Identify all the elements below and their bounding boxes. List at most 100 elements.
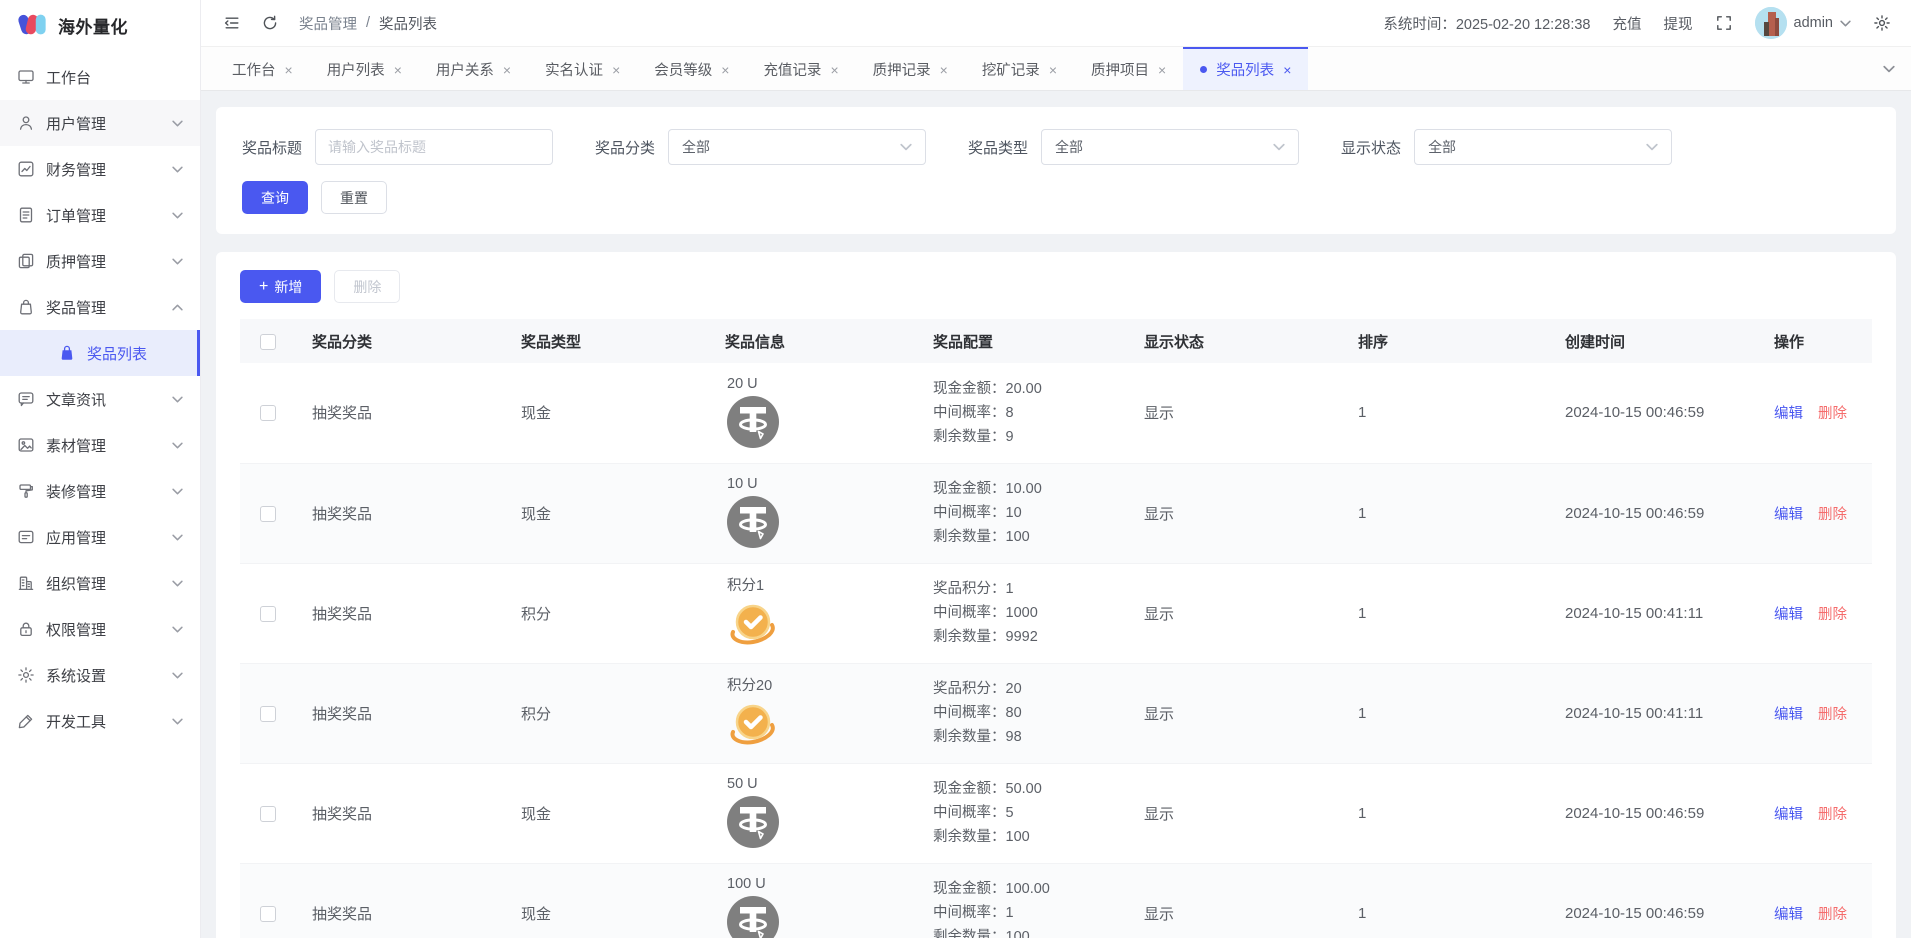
- delete-link[interactable]: 删除: [1818, 707, 1847, 723]
- gold-coin-icon: [725, 597, 781, 653]
- sidebar-item-applications[interactable]: 应用管理: [0, 514, 200, 560]
- delete-link[interactable]: 删除: [1818, 507, 1847, 523]
- delete-link[interactable]: 删除: [1818, 807, 1847, 823]
- withdraw-button[interactable]: 提现: [1664, 13, 1693, 34]
- row-checkbox[interactable]: [260, 706, 276, 722]
- collapse-sidebar-icon[interactable]: [223, 14, 241, 32]
- organization-icon: [17, 574, 35, 592]
- chevron-down-icon: [172, 212, 183, 219]
- username: admin: [1794, 15, 1834, 31]
- article-message-icon: [17, 390, 35, 408]
- cell-status: 显示: [1128, 363, 1342, 463]
- tab-user-list[interactable]: 用户列表×: [310, 47, 419, 90]
- prize-category-select[interactable]: 全部: [668, 129, 926, 165]
- tab-identity-verify[interactable]: 实名认证×: [528, 47, 637, 90]
- breadcrumb-parent[interactable]: 奖品管理: [299, 13, 357, 34]
- prize-type-select[interactable]: 全部: [1041, 129, 1299, 165]
- sidebar-item-decoration[interactable]: 装修管理: [0, 468, 200, 514]
- delete-link[interactable]: 删除: [1818, 907, 1847, 923]
- order-file-icon: [17, 206, 35, 224]
- edit-link[interactable]: 编辑: [1774, 907, 1803, 923]
- cell-type: 积分: [505, 563, 709, 663]
- chevron-down-icon: [172, 580, 183, 587]
- topbar: 奖品管理 / 奖品列表 系统时间：2025-02-20 12:28:38 充值 …: [201, 0, 1911, 47]
- cell-category: 抽奖奖品: [296, 563, 505, 663]
- search-button[interactable]: 查询: [242, 181, 308, 214]
- edit-link[interactable]: 编辑: [1774, 807, 1803, 823]
- close-icon[interactable]: ×: [503, 63, 511, 77]
- chevron-down-icon: [900, 143, 912, 151]
- delete-button[interactable]: 删除: [334, 270, 400, 303]
- tab-dropdown-chevron-icon[interactable]: [1883, 47, 1895, 90]
- sidebar-item-label: 应用管理: [46, 527, 172, 548]
- row-checkbox[interactable]: [260, 906, 276, 922]
- edit-link[interactable]: 编辑: [1774, 406, 1803, 422]
- usdt-coin-icon: [725, 494, 781, 550]
- delete-link[interactable]: 删除: [1818, 406, 1847, 422]
- tab-member-level[interactable]: 会员等级×: [637, 47, 746, 90]
- prize-info-title: 10 U: [727, 476, 901, 492]
- sidebar-item-dev-tools[interactable]: 开发工具: [0, 698, 200, 744]
- row-checkbox[interactable]: [260, 606, 276, 622]
- close-icon[interactable]: ×: [285, 63, 293, 77]
- tab-prize-list[interactable]: 奖品列表×: [1183, 47, 1308, 90]
- fullscreen-icon[interactable]: [1715, 14, 1733, 32]
- table-row: 抽奖奖品 现金 50 U 现金金额：50.00中间概率：5剩余数量：100 显示…: [240, 763, 1872, 863]
- sidebar-item-pledge[interactable]: 质押管理: [0, 238, 200, 284]
- tab-pledge-projects[interactable]: 质押项目×: [1074, 47, 1183, 90]
- row-checkbox[interactable]: [260, 806, 276, 822]
- reset-button[interactable]: 重置: [321, 181, 387, 214]
- edit-link[interactable]: 编辑: [1774, 707, 1803, 723]
- sidebar-item-finance[interactable]: 财务管理: [0, 146, 200, 192]
- add-button[interactable]: +新增: [240, 270, 321, 303]
- sidebar-item-system-settings[interactable]: 系统设置: [0, 652, 200, 698]
- close-icon[interactable]: ×: [1283, 63, 1291, 77]
- chevron-down-icon: [172, 442, 183, 449]
- cell-config: 现金金额：50.00中间概率：5剩余数量：100: [917, 763, 1128, 863]
- refresh-icon[interactable]: [261, 14, 279, 32]
- edit-link[interactable]: 编辑: [1774, 607, 1803, 623]
- close-icon[interactable]: ×: [830, 63, 838, 77]
- cell-info: 100 U: [709, 863, 917, 938]
- row-checkbox[interactable]: [260, 405, 276, 421]
- select-all-checkbox[interactable]: [260, 334, 276, 350]
- close-icon[interactable]: ×: [940, 63, 948, 77]
- sidebar-item-permissions[interactable]: 权限管理: [0, 606, 200, 652]
- delete-link[interactable]: 删除: [1818, 607, 1847, 623]
- cell-config: 现金金额：100.00中间概率：1剩余数量：100: [917, 863, 1128, 938]
- chevron-down-icon: [172, 120, 183, 127]
- edit-link[interactable]: 编辑: [1774, 507, 1803, 523]
- breadcrumb-current: 奖品列表: [379, 13, 437, 34]
- sidebar-item-workbench[interactable]: 工作台: [0, 54, 200, 100]
- sidebar-item-label: 素材管理: [46, 435, 172, 456]
- sidebar-item-users[interactable]: 用户管理: [0, 100, 200, 146]
- settings-gear-icon[interactable]: [1873, 14, 1891, 32]
- sidebar-item-articles[interactable]: 文章资讯: [0, 376, 200, 422]
- close-icon[interactable]: ×: [1049, 63, 1057, 77]
- tab-mining-records[interactable]: 挖矿记录×: [965, 47, 1074, 90]
- table-row: 抽奖奖品 积分 积分20 奖品积分：20中间概率：80剩余数量：98 显示 1 …: [240, 663, 1872, 763]
- sidebar-item-prizes[interactable]: 奖品管理: [0, 284, 200, 330]
- user-icon: [17, 114, 35, 132]
- display-status-select[interactable]: 全部: [1414, 129, 1672, 165]
- prize-title-input[interactable]: [315, 129, 553, 165]
- close-icon[interactable]: ×: [612, 63, 620, 77]
- tab-workbench[interactable]: 工作台×: [215, 47, 310, 90]
- row-checkbox[interactable]: [260, 506, 276, 522]
- cell-created: 2024-10-15 00:46:59: [1549, 463, 1758, 563]
- chevron-down-icon: [1840, 20, 1851, 27]
- cell-status: 显示: [1128, 763, 1342, 863]
- tab-user-relations[interactable]: 用户关系×: [419, 47, 528, 90]
- sidebar-item-organization[interactable]: 组织管理: [0, 560, 200, 606]
- close-icon[interactable]: ×: [721, 63, 729, 77]
- sidebar-item-materials[interactable]: 素材管理: [0, 422, 200, 468]
- close-icon[interactable]: ×: [1158, 63, 1166, 77]
- sidebar-item-orders[interactable]: 订单管理: [0, 192, 200, 238]
- tab-pledge-records[interactable]: 质押记录×: [856, 47, 965, 90]
- close-icon[interactable]: ×: [394, 63, 402, 77]
- prize-info-title: 50 U: [727, 776, 901, 792]
- recharge-button[interactable]: 充值: [1613, 13, 1642, 34]
- sidebar-item-prize-list[interactable]: 奖品列表: [0, 330, 200, 376]
- user-menu[interactable]: admin: [1755, 7, 1852, 39]
- tab-recharge-records[interactable]: 充值记录×: [746, 47, 855, 90]
